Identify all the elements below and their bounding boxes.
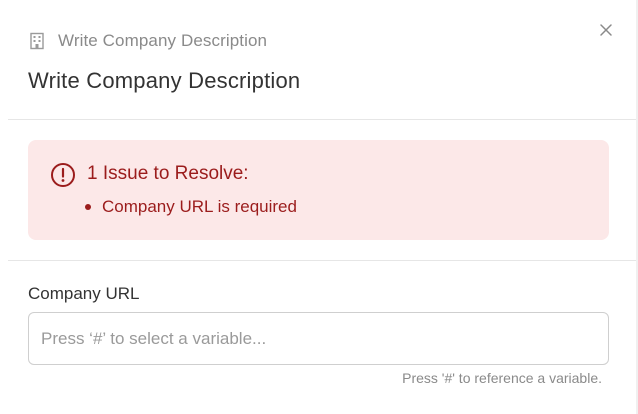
alert-issue-text: Company URL is required: [102, 197, 297, 216]
alert-issue-item: Company URL is required: [85, 197, 297, 217]
alert-title: 1 Issue to Resolve:: [87, 163, 249, 184]
company-url-label: Company URL: [28, 284, 140, 303]
error-alert: 1 Issue to Resolve: Company URL is requi…: [28, 140, 609, 240]
close-button[interactable]: [596, 20, 616, 40]
breadcrumb: Write Company Description: [28, 30, 608, 52]
alert-issue-list: Company URL is required: [85, 197, 297, 217]
company-url-input[interactable]: [28, 312, 609, 365]
bullet-icon: [85, 204, 91, 210]
modal-panel: Write Company Description Write Company …: [0, 0, 638, 414]
building-icon: [28, 32, 46, 50]
breadcrumb-label: Write Company Description: [58, 31, 268, 50]
page-title: Write Company Description: [28, 68, 301, 93]
close-icon[interactable]: [599, 23, 613, 37]
header-divider: [8, 119, 636, 120]
variable-hint: Press '#' to reference a variable.: [402, 370, 602, 386]
alert-circle-icon: [50, 162, 76, 188]
modal-header: Write Company Description: [28, 30, 608, 52]
section-divider: [8, 260, 636, 261]
